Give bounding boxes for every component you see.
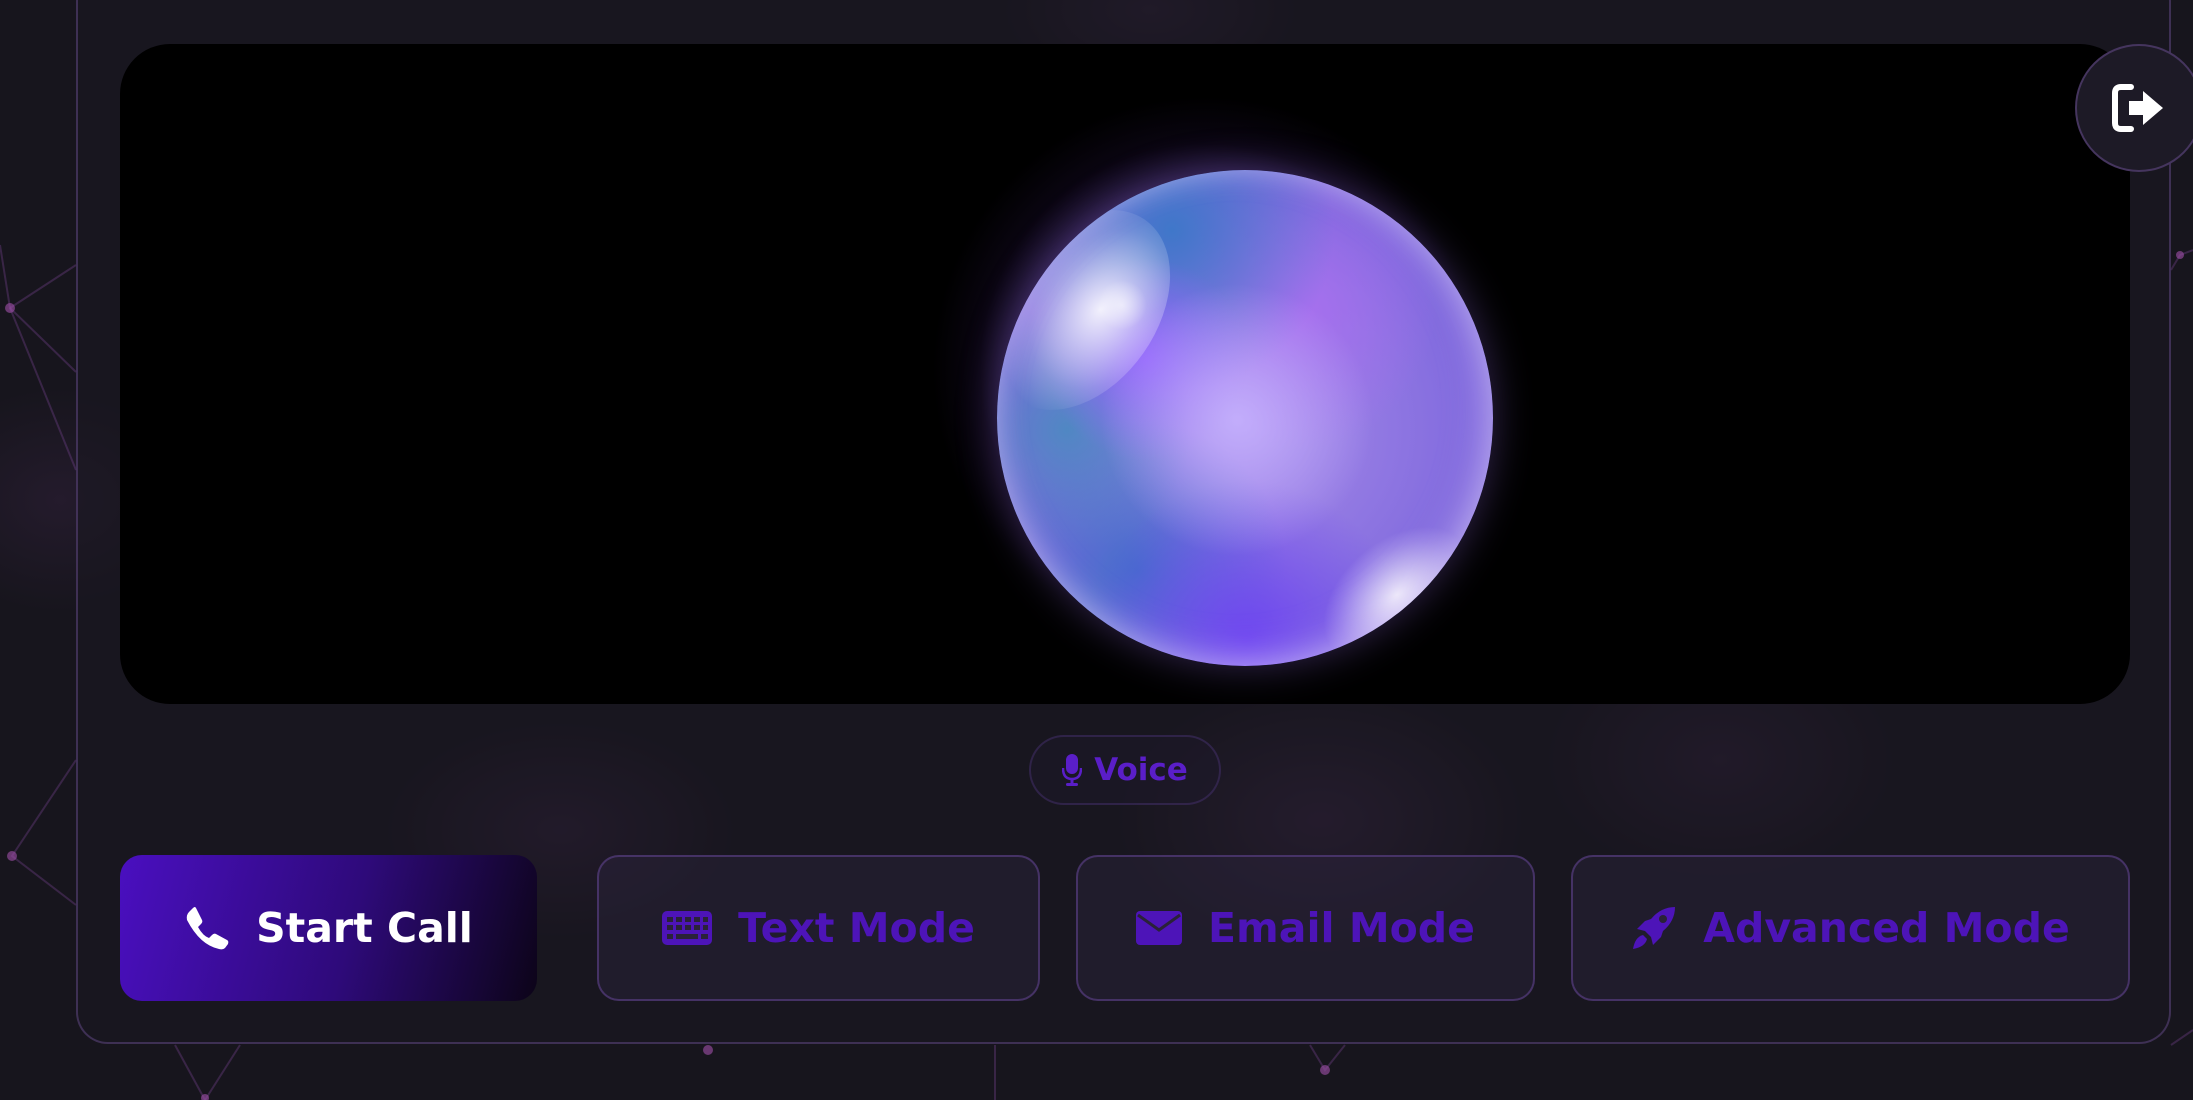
start-call-label: Start Call (256, 904, 473, 952)
logout-button[interactable] (2075, 44, 2193, 172)
advanced-mode-label: Advanced Mode (1703, 904, 2070, 952)
keyboard-icon (662, 911, 713, 945)
voice-orb (997, 170, 1493, 666)
logout-icon (2111, 83, 2167, 133)
orb-stage (120, 44, 2130, 704)
microphone-icon (1062, 754, 1083, 786)
email-mode-label: Email Mode (1208, 904, 1475, 952)
mode-indicator-label: Voice (1094, 752, 1188, 788)
phone-icon (184, 905, 230, 951)
start-call-button[interactable]: Start Call (120, 855, 537, 1001)
orb-rim (997, 170, 1493, 666)
rocket-icon (1631, 905, 1677, 951)
email-mode-button[interactable]: Email Mode (1076, 855, 1535, 1001)
text-mode-label: Text Mode (738, 904, 975, 952)
advanced-mode-button[interactable]: Advanced Mode (1571, 855, 2130, 1001)
mode-indicator: Voice (1029, 735, 1221, 805)
text-mode-button[interactable]: Text Mode (597, 855, 1040, 1001)
envelope-icon (1136, 911, 1183, 945)
